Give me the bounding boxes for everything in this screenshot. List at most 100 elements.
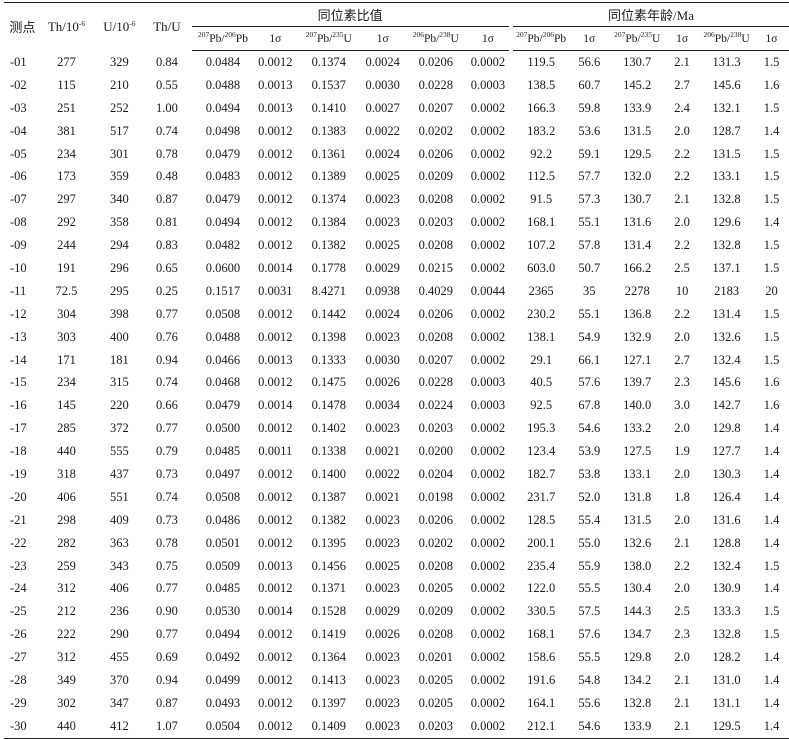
cell-age-pb207-u235-sigma: 2.7: [674, 77, 690, 92]
cell-ratio-pb207-u235-sigma: 0.0025: [365, 238, 400, 253]
cell-ratio-pb207-u235: 0.1364: [311, 650, 346, 665]
cell-age-pb206-u238-sigma: 1.4: [763, 695, 780, 710]
cell-age-pb207-u235-sigma: 2.0: [674, 581, 690, 596]
cell-age-pb206-u238-sigma: 1.5: [763, 306, 780, 321]
cell-age-pb207-pb206-sigma: 52.0: [578, 489, 601, 504]
cell-age-pb206-u238-sigma: 1.5: [763, 100, 780, 115]
cell-age-pb207-u235: 127.1: [623, 352, 652, 367]
cell-age-pb206-u238-sigma: 1.6: [763, 375, 780, 390]
cell-ratio-pb206-u238: 0.0198: [418, 489, 453, 504]
table-row: -01 277 329 0.84 0.0484 0.0012 0.1374 0.0024 0.0…: [4, 51, 789, 74]
cell-u: 294: [110, 238, 129, 253]
table-row: -23 259 343 0.75 0.0509 0.0013 0.1456 0.0025 0.0…: [4, 555, 789, 578]
cell-ratio-pb206-u238-sigma: 0.0002: [470, 352, 506, 367]
cell-thu: 0.74: [155, 489, 178, 504]
cell-age-pb206-u238-sigma: 1.5: [763, 604, 780, 619]
cell-ratio-pb206-u238-sigma: 0.0002: [470, 215, 506, 230]
cell-age-pb207-pb206: 107.2: [527, 238, 556, 253]
cell-ratio-pb206-u238-sigma: 0.0002: [470, 466, 506, 481]
cell-age-pb207-u235-sigma: 2.3: [674, 627, 690, 642]
cell-ratio-pb207-u235-sigma: 0.0029: [365, 604, 400, 619]
cell-age-pb206-u238-sigma: 1.4: [763, 650, 780, 665]
cell-thu: 0.77: [155, 421, 178, 436]
cell-age-pb206-u238-sigma: 1.4: [763, 672, 780, 687]
cell-ratio-pb207-u235: 0.1338: [311, 444, 346, 459]
cell-spot: -13: [10, 329, 27, 344]
table-row: -09 244 294 0.83 0.0482 0.0012 0.1382 0.0025 0.0…: [4, 234, 789, 257]
table-row: -03 251 252 1.00 0.0494 0.0013 0.1410 0.0027 0.0…: [4, 97, 789, 120]
cell-age-pb207-u235-sigma: 1.8: [674, 489, 690, 504]
cell-spot: -28: [10, 672, 27, 687]
cell-age-pb206-u238-sigma: 1.6: [763, 77, 780, 92]
cell-u: 343: [110, 558, 129, 573]
cell-ratio-pb207-u235: 0.1371: [311, 581, 346, 596]
cell-age-pb206-u238: 129.6: [712, 215, 741, 230]
cell-age-pb207-u235: 133.9: [623, 718, 652, 733]
cell-ratio-pb207-u235-sigma: 0.0026: [365, 375, 400, 390]
cell-age-pb207-pb206-sigma: 55.5: [578, 581, 601, 596]
cell-age-pb207-pb206: 168.1: [527, 627, 556, 642]
cell-ratio-pb207-pb206: 0.0500: [205, 421, 241, 436]
cell-age-pb207-pb206: 91.5: [530, 192, 553, 207]
cell-age-pb206-u238-sigma: 1.4: [763, 123, 780, 138]
cell-spot: -23: [10, 558, 27, 573]
cell-age-pb207-pb206: 164.1: [527, 695, 556, 710]
cell-ratio-pb206-u238-sigma: 0.0002: [470, 306, 506, 321]
cell-age-pb206-u238: 131.5: [712, 146, 741, 161]
header-sigma: 1σ: [569, 26, 610, 51]
cell-age-pb206-u238-sigma: 1.4: [763, 444, 780, 459]
cell-ratio-pb207-pb206-sigma: 0.0012: [258, 421, 293, 436]
cell-ratio-pb207-u235: 0.1410: [311, 100, 346, 115]
cell-u: 296: [110, 260, 129, 275]
cell-spot: -15: [10, 375, 27, 390]
cell-u: 412: [110, 718, 129, 733]
cell-u: 406: [110, 581, 129, 596]
cell-spot: -06: [10, 169, 27, 184]
cell-thu: 0.77: [155, 581, 178, 596]
cell-age-pb207-u235: 130.7: [623, 192, 652, 207]
cell-age-pb207-pb206-sigma: 54.6: [578, 421, 601, 436]
cell-ratio-pb207-pb206-sigma: 0.0012: [258, 672, 293, 687]
header-thu: Th/U: [153, 18, 181, 34]
cell-ratio-pb207-pb206: 0.0494: [205, 627, 241, 642]
table-row: -27 312 455 0.69 0.0492 0.0012 0.1364 0.0023 0.0…: [4, 646, 789, 669]
cell-age-pb207-pb206: 29.1: [530, 352, 553, 367]
cell-ratio-pb207-pb206: 0.0498: [205, 123, 241, 138]
cell-ratio-pb206-u238: 0.0207: [418, 352, 453, 367]
cell-age-pb207-u235-sigma: 2.1: [674, 718, 690, 733]
cell-age-pb207-pb206-sigma: 57.7: [578, 169, 601, 184]
table-row: -29 302 347 0.87 0.0493 0.0012 0.1397 0.0023 0.0…: [4, 692, 789, 715]
cell-ratio-pb206-u238: 0.0208: [418, 192, 453, 207]
cell-spot: -26: [10, 627, 27, 642]
cell-age-pb207-u235-sigma: 10: [675, 283, 689, 298]
cell-thu: 0.66: [155, 398, 178, 413]
cell-thu: 1.00: [155, 100, 178, 115]
cell-th: 318: [57, 466, 76, 481]
header-ratio-pb207-u235: 207Pb/235U: [296, 26, 362, 51]
cell-spot: -19: [10, 466, 27, 481]
cell-age-pb207-u235: 130.4: [623, 581, 652, 596]
cell-spot: -29: [10, 695, 27, 710]
cell-age-pb207-u235-sigma: 2.0: [674, 123, 690, 138]
cell-ratio-pb207-u235: 0.1402: [311, 421, 346, 436]
cell-thu: 0.77: [155, 306, 178, 321]
cell-ratio-pb206-u238-sigma: 0.0002: [470, 604, 506, 619]
cell-age-pb207-pb206-sigma: 54.9: [578, 329, 601, 344]
cell-u: 370: [110, 672, 129, 687]
cell-age-pb207-u235: 131.5: [623, 123, 652, 138]
cell-age-pb206-u238: 129.8: [712, 421, 741, 436]
cell-ratio-pb206-u238-sigma: 0.0002: [470, 146, 506, 161]
cell-age-pb207-u235: 133.2: [623, 421, 652, 436]
cell-spot: -16: [10, 398, 27, 413]
cell-ratio-pb206-u238: 0.0208: [418, 558, 453, 573]
cell-ratio-pb206-u238: 0.0203: [418, 421, 453, 436]
cell-ratio-pb207-pb206-sigma: 0.0014: [258, 260, 293, 275]
cell-age-pb207-pb206-sigma: 55.1: [578, 306, 601, 321]
header-age-pb207-pb206: 207Pb/206Pb: [513, 26, 570, 51]
cell-age-pb207-u235: 133.9: [623, 100, 652, 115]
cell-age-pb206-u238-sigma: 1.5: [763, 260, 780, 275]
table-row: -12 304 398 0.77 0.0508 0.0012 0.1442 0.0024 0.0…: [4, 303, 789, 326]
cell-ratio-pb206-u238: 0.0207: [418, 100, 453, 115]
cell-ratio-pb207-pb206-sigma: 0.0013: [258, 77, 293, 92]
cell-age-pb207-u235: 139.7: [623, 375, 652, 390]
